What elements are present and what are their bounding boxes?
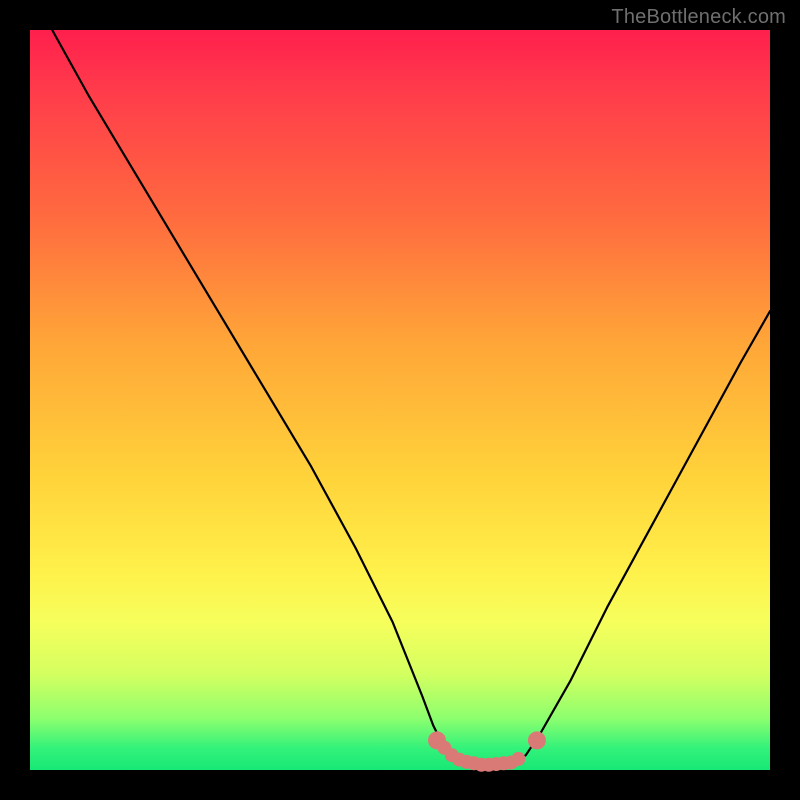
plot-area [30,30,770,770]
valley-marker [511,752,525,766]
watermark-text: TheBottleneck.com [611,6,786,29]
bottleneck-curve [52,30,770,765]
valley-marker [528,731,546,749]
curve-layer [30,30,770,770]
chart-frame: TheBottleneck.com [0,0,800,800]
